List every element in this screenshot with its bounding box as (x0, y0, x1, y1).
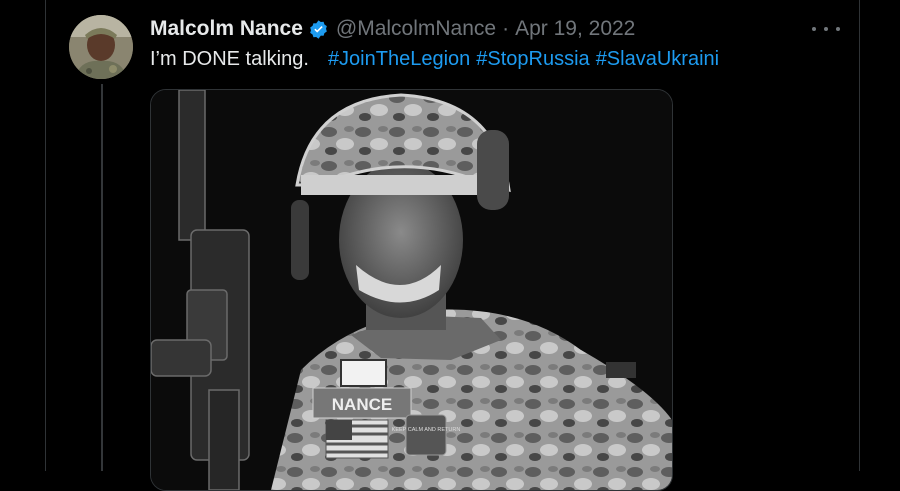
timeline-border-right (859, 0, 860, 471)
author-name[interactable]: Malcolm Nance (150, 17, 303, 41)
more-horizontal-icon[interactable] (812, 19, 840, 39)
avatar[interactable] (69, 15, 133, 79)
timeline-border-left (45, 0, 46, 471)
hashtag-slava-ukraini[interactable]: #SlavaUkraini (596, 48, 719, 71)
tweet-body: I’m DONE talking. (150, 47, 309, 70)
tweet-media-photo[interactable]: NANCE KEEP CALM AND RETURN (150, 89, 673, 491)
separator-dot: · (502, 17, 510, 40)
keep-calm-badge-text: KEEP CALM AND RETURN (392, 427, 461, 433)
media-name-patch: NANCE (332, 395, 392, 414)
hashtag-join-the-legion[interactable]: #JoinTheLegion (328, 48, 470, 71)
thread-line (101, 84, 103, 471)
verified-badge-icon (308, 19, 329, 40)
author-handle[interactable]: @MalcolmNance (336, 17, 496, 41)
tweet-text: I’m DONE talking. #JoinTheLegion #StopRu… (150, 46, 725, 72)
hashtag-stop-russia[interactable]: #StopRussia (476, 48, 589, 71)
tweet-header: Malcolm Nance @MalcolmNance · Apr 19, 20… (150, 15, 635, 43)
tweet-date[interactable]: Apr 19, 2022 (515, 17, 635, 41)
flag-patch (325, 419, 389, 459)
